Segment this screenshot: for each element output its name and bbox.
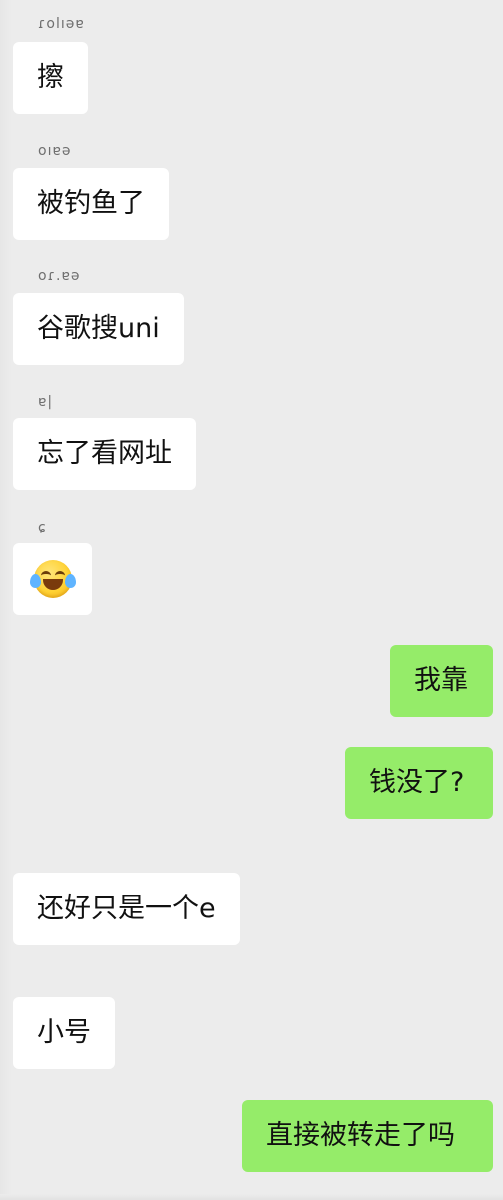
sender-name: ɾolıəɐ [38, 16, 85, 32]
sender-name: ɐ| [38, 394, 54, 410]
message-bubble-outgoing[interactable]: 钱没了? [345, 747, 493, 819]
message-text: 擦 [37, 62, 64, 93]
message-bubble-incoming[interactable]: 谷歌搜uni [13, 293, 184, 365]
sender-name: ɕ [38, 520, 47, 536]
message-bubble-incoming[interactable] [13, 543, 92, 615]
message-bubble-incoming[interactable]: 忘了看网址 [13, 418, 196, 490]
message-bubble-outgoing[interactable]: 直接被转走了吗 [242, 1100, 493, 1172]
message-text: 被钓鱼了 [37, 188, 145, 219]
message-text: 还好只是一个e [37, 893, 216, 924]
message-text: 直接被转走了吗 [266, 1120, 455, 1151]
message-text: 钱没了? [369, 767, 465, 798]
sender-name: oɾ.ɐə [38, 268, 81, 284]
message-bubble-incoming[interactable]: 擦 [13, 42, 88, 114]
face-with-tears-of-joy-icon [29, 560, 76, 598]
message-text: 谷歌搜uni [37, 313, 160, 344]
message-bubble-incoming[interactable]: 还好只是一个e [13, 873, 240, 945]
message-bubble-outgoing[interactable]: 我靠 [390, 645, 493, 717]
message-text: 忘了看网址 [37, 438, 172, 469]
message-bubble-incoming[interactable]: 被钓鱼了 [13, 168, 169, 240]
bottom-edge [0, 1194, 503, 1200]
message-text: 小号 [37, 1017, 91, 1048]
avatar-column-edge [0, 0, 12, 1200]
sender-name: oıɐə [38, 143, 72, 159]
message-text: 我靠 [414, 665, 468, 696]
message-bubble-incoming[interactable]: 小号 [13, 997, 115, 1069]
